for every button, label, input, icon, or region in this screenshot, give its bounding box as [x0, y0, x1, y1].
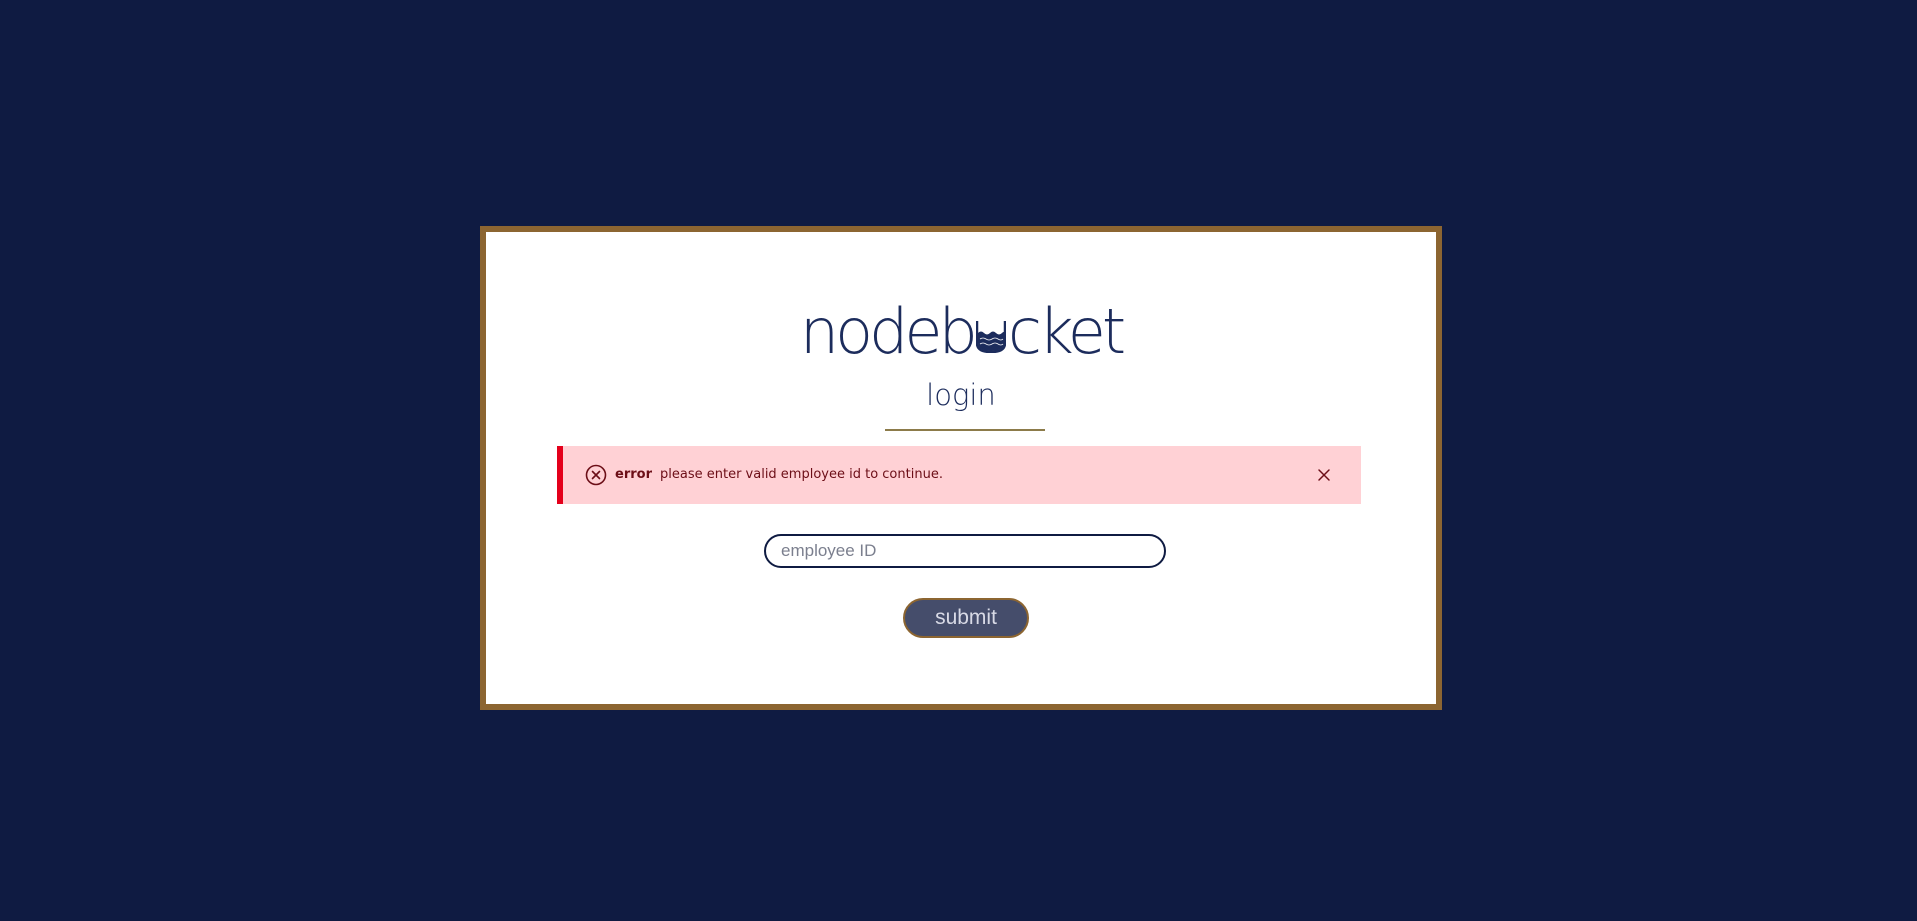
page-title: login [926, 378, 996, 412]
nodebucket-logo: nodeb cket [486, 295, 1436, 368]
title-underline [885, 429, 1045, 431]
close-icon[interactable] [1317, 468, 1331, 482]
error-banner: error please enter valid employee id to … [557, 446, 1361, 504]
submit-button[interactable]: submit [903, 598, 1029, 638]
logo-wordmark: nodeb cket [799, 295, 1126, 368]
bucket-icon [975, 321, 1006, 353]
logo-text-start: nodeb [799, 295, 978, 368]
error-circle-x-icon [585, 464, 607, 486]
login-card: nodeb cket login error please enter vali… [480, 226, 1442, 710]
logo-text-end: cket [1007, 295, 1126, 368]
error-label: error [615, 467, 652, 482]
employee-id-input[interactable] [764, 534, 1166, 568]
error-message: please enter valid employee id to contin… [660, 467, 943, 482]
